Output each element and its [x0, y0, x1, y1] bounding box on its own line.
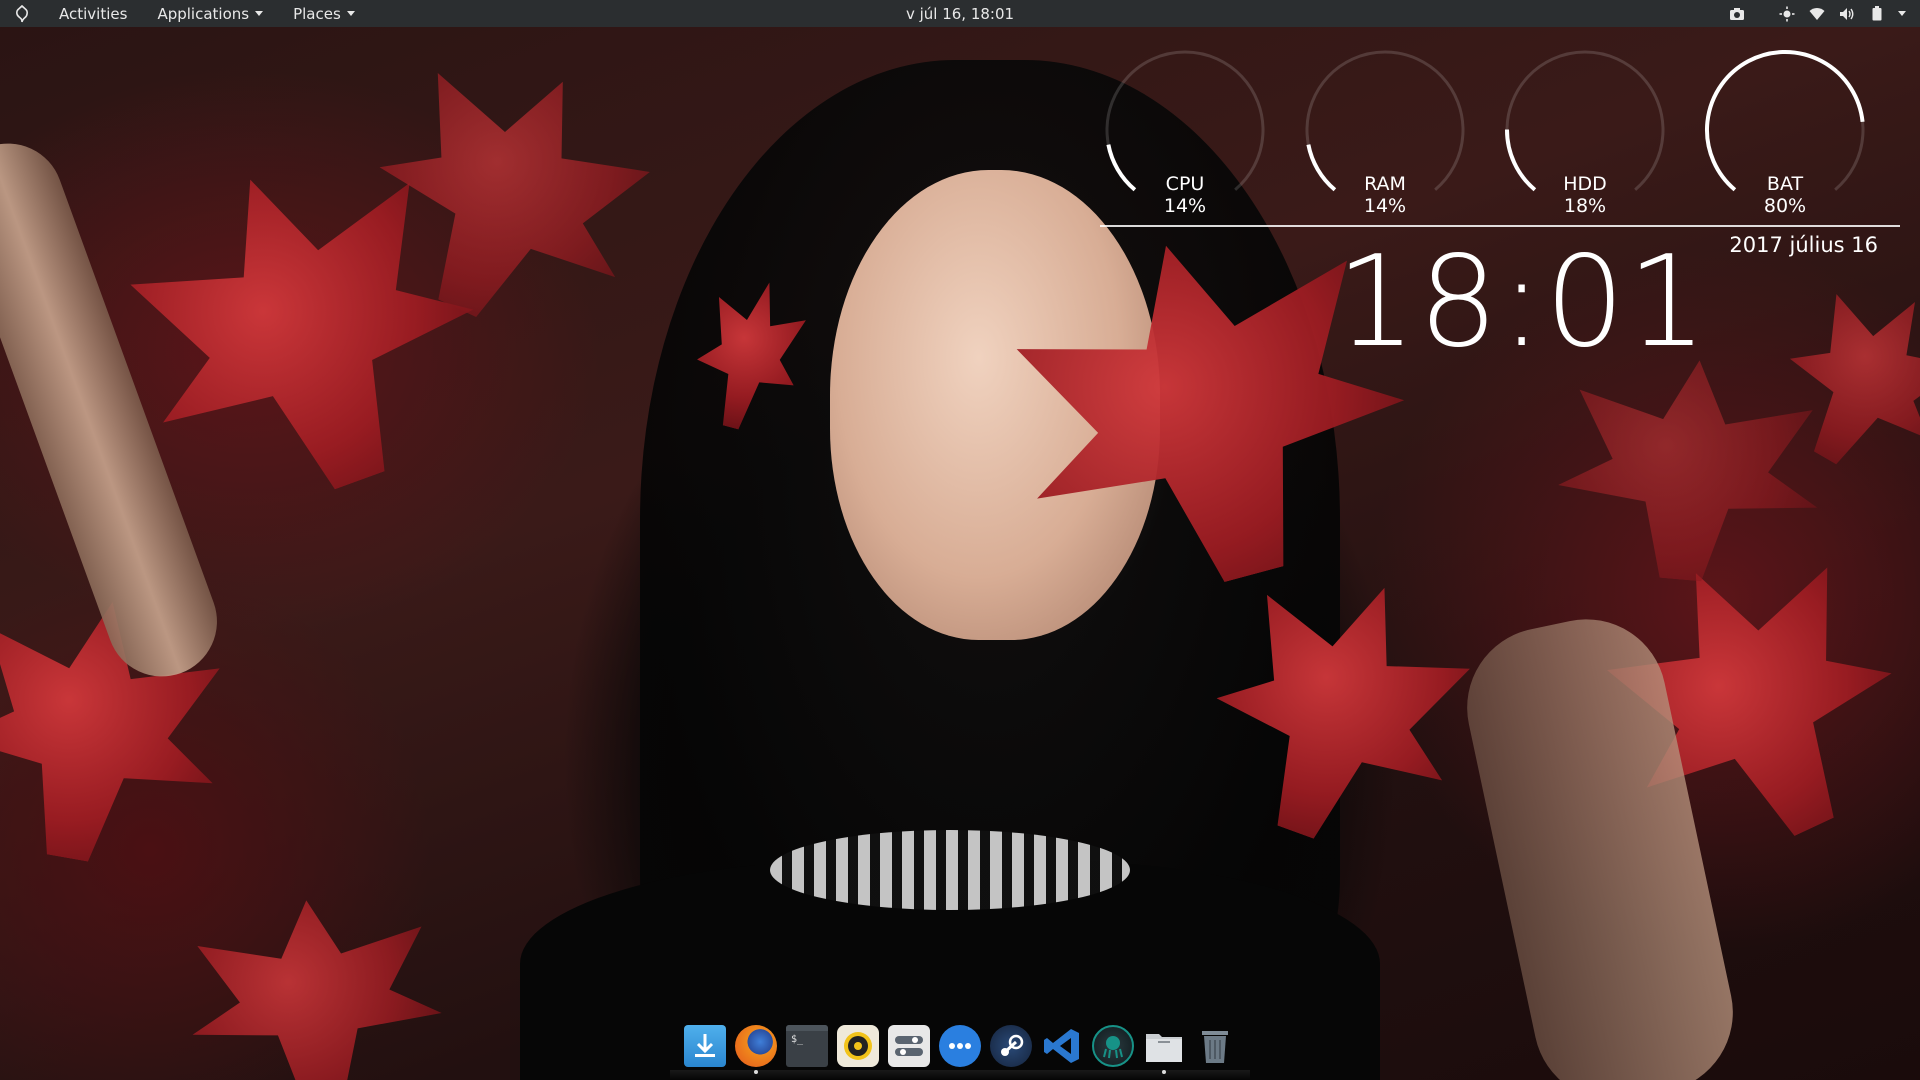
- conky-date: 2017 július 16: [1729, 233, 1878, 257]
- running-indicator: [1162, 1070, 1166, 1074]
- downloads-folder-icon: [684, 1025, 726, 1067]
- trash-icon: [1194, 1025, 1236, 1067]
- ram-gauge-value: 14%: [1363, 195, 1407, 217]
- running-indicator: [754, 1070, 758, 1074]
- activities-button[interactable]: Activities: [44, 0, 142, 27]
- volume-icon[interactable]: [1832, 0, 1862, 27]
- dock-item-files[interactable]: [1139, 1016, 1190, 1076]
- dock-item-audio-player[interactable]: [833, 1016, 884, 1076]
- wallpaper-necklace: [770, 830, 1130, 910]
- dock-item-terminal[interactable]: $_: [782, 1016, 833, 1076]
- ram-gauge: RAM 14%: [1300, 45, 1470, 217]
- conky-widget: CPU 14% RAM 14% HDD 18% BAT 80% 2017 júl…: [1098, 45, 1900, 371]
- hdd-gauge-value: 18%: [1563, 195, 1607, 217]
- gitkraken-icon: [1092, 1025, 1134, 1067]
- applications-label: Applications: [157, 4, 250, 23]
- distro-logo-icon[interactable]: [0, 0, 44, 27]
- battery-gauge: BAT 80%: [1700, 45, 1870, 217]
- wallpaper-leaf: [182, 889, 448, 1080]
- wifi-icon[interactable]: [1802, 0, 1832, 27]
- audio-player-icon: [837, 1025, 879, 1067]
- cpu-gauge-label: CPU: [1165, 173, 1205, 195]
- dock-item-trash[interactable]: [1190, 1016, 1241, 1076]
- desktop[interactable]: Activities Applications Places v júl 16,…: [0, 0, 1920, 1080]
- dock-item-downloads[interactable]: [680, 1016, 731, 1076]
- battery-gauge-value: 80%: [1763, 195, 1807, 217]
- dock: $_: [670, 1012, 1250, 1080]
- activities-label: Activities: [59, 4, 128, 23]
- dock-item-settings[interactable]: [884, 1016, 935, 1076]
- messaging-icon: [939, 1025, 981, 1067]
- top-bar: Activities Applications Places v júl 16,…: [0, 0, 1920, 27]
- chevron-down-icon: [255, 11, 264, 16]
- dock-item-steam[interactable]: [986, 1016, 1037, 1076]
- svg-text:$_: $_: [791, 1034, 804, 1045]
- places-menu[interactable]: Places: [278, 0, 370, 27]
- wallpaper-leaf: [1551, 349, 1829, 591]
- conky-divider: [1100, 225, 1900, 227]
- dock-item-messaging[interactable]: [935, 1016, 986, 1076]
- steam-icon: [990, 1025, 1032, 1067]
- cpu-gauge-value: 14%: [1163, 195, 1207, 217]
- ram-gauge-label: RAM: [1364, 173, 1406, 195]
- files-icon: [1143, 1025, 1185, 1067]
- screenshot-icon[interactable]: [1722, 0, 1752, 27]
- terminal-icon: $_: [786, 1025, 828, 1067]
- cpu-gauge: CPU 14%: [1100, 45, 1270, 217]
- system-menu-caret-icon[interactable]: [1892, 0, 1912, 27]
- top-bar-clock: v júl 16, 18:01: [905, 4, 1015, 23]
- battery-gauge-label: BAT: [1766, 173, 1804, 195]
- places-label: Places: [293, 4, 341, 23]
- conky-clock: 18:01: [1336, 228, 1710, 375]
- brightness-icon[interactable]: [1772, 0, 1802, 27]
- dock-item-gitkraken[interactable]: [1088, 1016, 1139, 1076]
- firefox-icon: [735, 1025, 777, 1067]
- hdd-gauge: HDD 18%: [1500, 45, 1670, 217]
- settings-icon: [888, 1025, 930, 1067]
- dock-item-vscode[interactable]: [1037, 1016, 1088, 1076]
- battery-icon[interactable]: [1862, 0, 1892, 27]
- date-time-menu[interactable]: v júl 16, 18:01: [906, 0, 1014, 27]
- hdd-gauge-label: HDD: [1563, 173, 1607, 195]
- chevron-down-icon: [346, 11, 355, 16]
- vscode-icon: [1041, 1025, 1083, 1067]
- applications-menu[interactable]: Applications: [142, 0, 278, 27]
- dock-item-firefox[interactable]: [731, 1016, 782, 1076]
